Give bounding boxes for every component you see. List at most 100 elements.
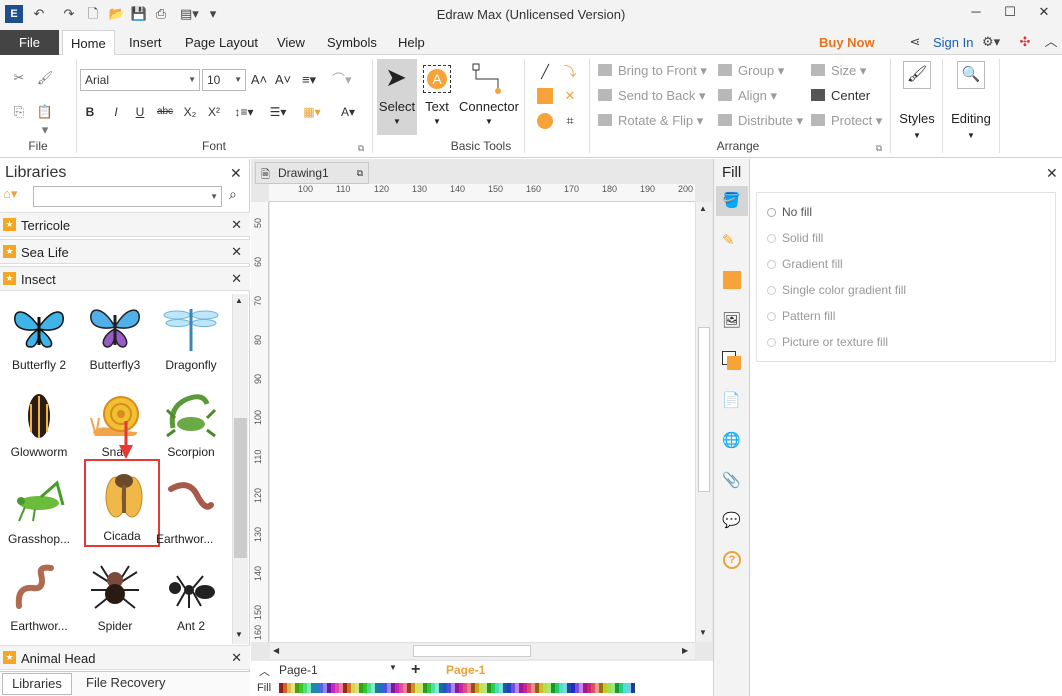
text-tool-button[interactable]: A Text ▼ <box>420 59 454 135</box>
fill-option-picture[interactable]: Picture or texture fill <box>767 335 888 349</box>
close-libraries-icon[interactable]: ✕ <box>230 165 242 182</box>
fill-option-solid[interactable]: Solid fill <box>767 231 823 245</box>
paste-icon[interactable]: 📋▾ <box>36 103 54 137</box>
fill-option-gradient[interactable]: Gradient fill <box>767 257 843 271</box>
format-painter-icon[interactable]: 🖌 <box>36 69 54 87</box>
arc-icon[interactable]: ⤵ <box>561 63 579 81</box>
fill-option-single-gradient[interactable]: Single color gradient fill <box>767 283 906 297</box>
library-category-terricole[interactable]: ★ Terricole ✕ <box>0 212 250 237</box>
connector-tool-button[interactable]: Connector ▼ <box>458 59 520 135</box>
editing-button[interactable]: 🔍 Editing ▼ <box>946 61 996 141</box>
select-tool-button[interactable]: ➤ Select ▼ <box>377 59 417 135</box>
shape-earthworm-2[interactable]: Earthwor... <box>0 558 78 644</box>
shape-scorpion[interactable]: Scorpion <box>152 384 230 470</box>
drawing-page[interactable] <box>270 202 695 642</box>
scroll-up-icon[interactable]: ▲ <box>699 204 707 213</box>
tab-page-layout[interactable]: Page Layout <box>177 30 266 55</box>
attachment-icon[interactable]: 📎 <box>722 471 742 491</box>
crop-icon[interactable]: ⌗ <box>561 112 579 130</box>
italic-button[interactable]: I <box>106 102 126 122</box>
library-search-input[interactable]: ▼ <box>33 186 222 207</box>
buy-now-link[interactable]: Buy Now <box>819 30 875 55</box>
shape-dragonfly[interactable]: Dragonfly <box>152 297 230 383</box>
shape-snail[interactable]: Snail <box>76 384 154 470</box>
center-button[interactable]: Center <box>811 86 870 106</box>
font-size-select[interactable]: 10 ▼ <box>202 69 246 91</box>
protect-button[interactable]: Protect ▾ <box>811 111 882 131</box>
library-category-animal-head[interactable]: ★ Animal Head ✕ <box>0 645 250 670</box>
scroll-thumb[interactable] <box>698 327 710 492</box>
share-icon[interactable]: ⋖ <box>906 33 924 51</box>
layers-icon[interactable] <box>722 351 742 371</box>
page-tab-active[interactable]: Page-1 <box>446 663 485 677</box>
tab-insert[interactable]: Insert <box>121 30 170 55</box>
subscript-button[interactable]: X₂ <box>180 102 200 122</box>
fill-option-no-fill[interactable]: No fill <box>767 205 812 219</box>
shape-glowworm[interactable]: Glowworm <box>0 384 78 470</box>
highlight-icon[interactable]: ▦▾ <box>298 102 326 122</box>
size-button[interactable]: Size ▾ <box>811 61 866 81</box>
bring-to-front-button[interactable]: Bring to Front ▾ <box>598 61 707 81</box>
group-button[interactable]: Group ▾ <box>718 61 784 81</box>
close-window-button[interactable]: ✕ <box>1034 4 1054 22</box>
paragraph-spacing-icon[interactable]: ↕≡▾ <box>230 102 258 122</box>
tab-file[interactable]: File <box>0 30 59 55</box>
distribute-button[interactable]: Distribute ▾ <box>718 111 803 131</box>
close-category-icon[interactable]: ✕ <box>231 244 242 260</box>
scroll-down-icon[interactable]: ▼ <box>235 630 243 639</box>
rotate-flip-button[interactable]: Rotate & Flip ▾ <box>598 111 703 131</box>
font-dialog-launcher-icon[interactable]: ⧉ <box>352 139 370 157</box>
image-icon[interactable]: 🖼 <box>722 311 742 331</box>
align-button[interactable]: Align ▾ <box>718 86 777 106</box>
sign-in-link[interactable]: Sign In <box>933 30 973 55</box>
scroll-down-icon[interactable]: ▼ <box>699 628 707 637</box>
tab-libraries[interactable]: Libraries <box>2 673 72 695</box>
close-fill-panel-icon[interactable]: ✕ <box>1046 165 1058 182</box>
styles-button[interactable]: 🖌 Styles ▼ <box>896 61 938 141</box>
bullets-icon[interactable]: ☰▾ <box>264 102 292 122</box>
superscript-button[interactable]: X² <box>204 102 224 122</box>
shape-grasshopper[interactable]: Grasshop... <box>0 471 78 557</box>
library-category-sea-life[interactable]: ★ Sea Life ✕ <box>0 239 250 264</box>
shape-butterfly3[interactable]: Butterfly3 <box>76 297 154 383</box>
rectangle-icon[interactable] <box>537 88 553 104</box>
document-tab[interactable]: 🗎 Drawing1 ⧉ <box>255 162 369 184</box>
text-align-icon[interactable]: ≡▾ <box>300 71 318 89</box>
cut-icon[interactable]: ✂ <box>10 69 28 87</box>
color-swatches[interactable] <box>279 683 635 693</box>
font-color-icon[interactable]: A▾ <box>334 102 362 122</box>
shadow-icon[interactable] <box>723 271 741 289</box>
shape-earthworm[interactable]: Earthwor... <box>152 471 230 557</box>
close-tab-icon[interactable]: ⧉ <box>357 163 363 183</box>
minimize-button[interactable]: ─ <box>966 4 986 22</box>
scroll-right-icon[interactable]: ▶ <box>682 646 688 655</box>
settings-gear-icon[interactable]: ⚙▾ <box>982 33 1000 51</box>
fill-bucket-icon[interactable]: 🪣 <box>722 191 742 211</box>
close-category-icon[interactable]: ✕ <box>231 217 242 233</box>
close-category-icon[interactable]: ✕ <box>231 271 242 287</box>
chevron-up-icon[interactable]: ︿ <box>259 663 270 679</box>
fill-option-pattern[interactable]: Pattern fill <box>767 309 835 323</box>
bold-button[interactable]: B <box>80 102 100 122</box>
scroll-thumb[interactable] <box>234 418 247 558</box>
search-icon[interactable]: ⌕ <box>229 186 237 203</box>
tab-help[interactable]: Help <box>390 30 433 55</box>
theme-icon[interactable]: ✣ <box>1016 33 1034 51</box>
tab-home[interactable]: Home <box>62 30 115 56</box>
shape-butterfly-2[interactable]: Butterfly 2 <box>0 297 78 383</box>
cross-icon[interactable]: ✕ <box>561 87 579 105</box>
line-style-icon[interactable]: ✎ <box>722 231 742 251</box>
tab-file-recovery[interactable]: File Recovery <box>86 675 165 690</box>
libraries-scrollbar[interactable]: ▲ ▼ <box>232 294 248 644</box>
hyperlink-globe-icon[interactable]: 🌐 <box>722 431 742 451</box>
page-select[interactable]: Page-1 ▼ <box>279 663 399 679</box>
shape-cicada[interactable]: Cicada <box>84 459 160 547</box>
shape-spider[interactable]: Spider <box>76 558 154 644</box>
close-category-icon[interactable]: ✕ <box>231 650 242 666</box>
add-page-icon[interactable]: + <box>411 661 420 679</box>
canvas-vertical-scrollbar[interactable]: ▲ ▼ <box>695 202 712 642</box>
color-swatch[interactable] <box>631 683 635 693</box>
scroll-left-icon[interactable]: ◀ <box>273 646 279 655</box>
grow-font-icon[interactable]: A˄ <box>250 71 268 89</box>
send-to-back-button[interactable]: Send to Back ▾ <box>598 86 705 106</box>
